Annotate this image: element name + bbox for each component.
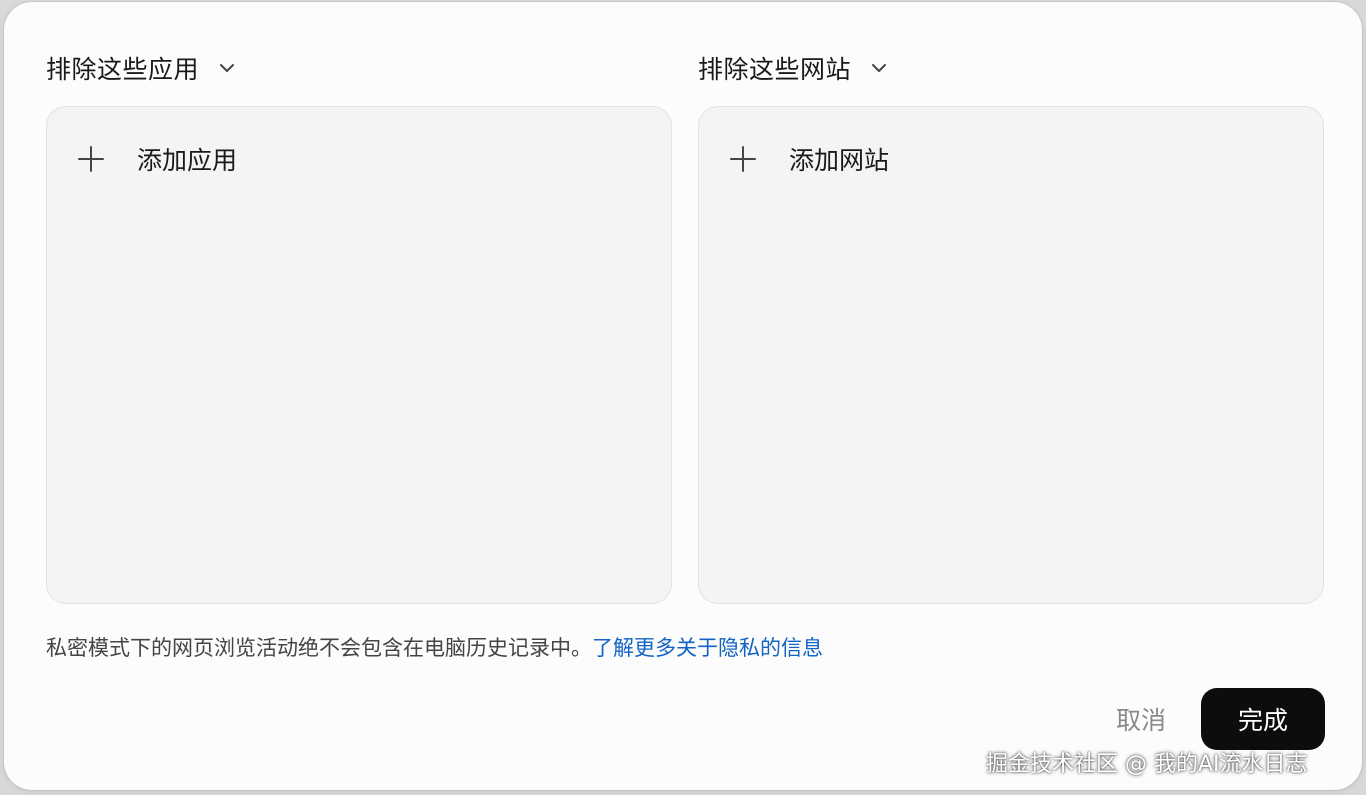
add-site-label: 添加网站 bbox=[789, 146, 890, 175]
plus-icon bbox=[729, 145, 757, 173]
add-app-button[interactable]: 添加应用 bbox=[77, 137, 237, 181]
exclude-apps-header[interactable]: 排除这些应用 bbox=[46, 48, 237, 88]
done-button[interactable]: 完成 bbox=[1201, 688, 1325, 750]
exclude-sites-title: 排除这些网站 bbox=[698, 55, 852, 84]
exclude-apps-title: 排除这些应用 bbox=[46, 55, 200, 84]
chevron-down-icon[interactable] bbox=[869, 58, 889, 78]
privacy-note-text: 私密模式下的网页浏览活动绝不会包含在电脑历史记录中。 bbox=[46, 636, 592, 660]
cancel-button[interactable]: 取消 bbox=[1066, 688, 1216, 750]
excluded-apps-list: 添加应用 bbox=[46, 106, 672, 604]
exclude-sites-header[interactable]: 排除这些网站 bbox=[698, 48, 889, 88]
add-site-button[interactable]: 添加网站 bbox=[729, 137, 889, 181]
privacy-learn-more-link[interactable]: 了解更多关于隐私的信息 bbox=[592, 636, 823, 660]
privacy-note: 私密模式下的网页浏览活动绝不会包含在电脑历史记录中。了解更多关于隐私的信息 bbox=[46, 632, 823, 662]
plus-icon bbox=[77, 145, 105, 173]
excluded-sites-list: 添加网站 bbox=[698, 106, 1324, 604]
add-app-label: 添加应用 bbox=[137, 146, 238, 175]
chevron-down-icon[interactable] bbox=[217, 58, 237, 78]
exclusion-dialog: 排除这些应用 排除这些网站 添加应用 添加网站 私密模式下的网页浏览活动绝不会包… bbox=[4, 2, 1362, 790]
watermark: 掘金技术社区 @ 我的AI流水日志 bbox=[986, 752, 1308, 777]
